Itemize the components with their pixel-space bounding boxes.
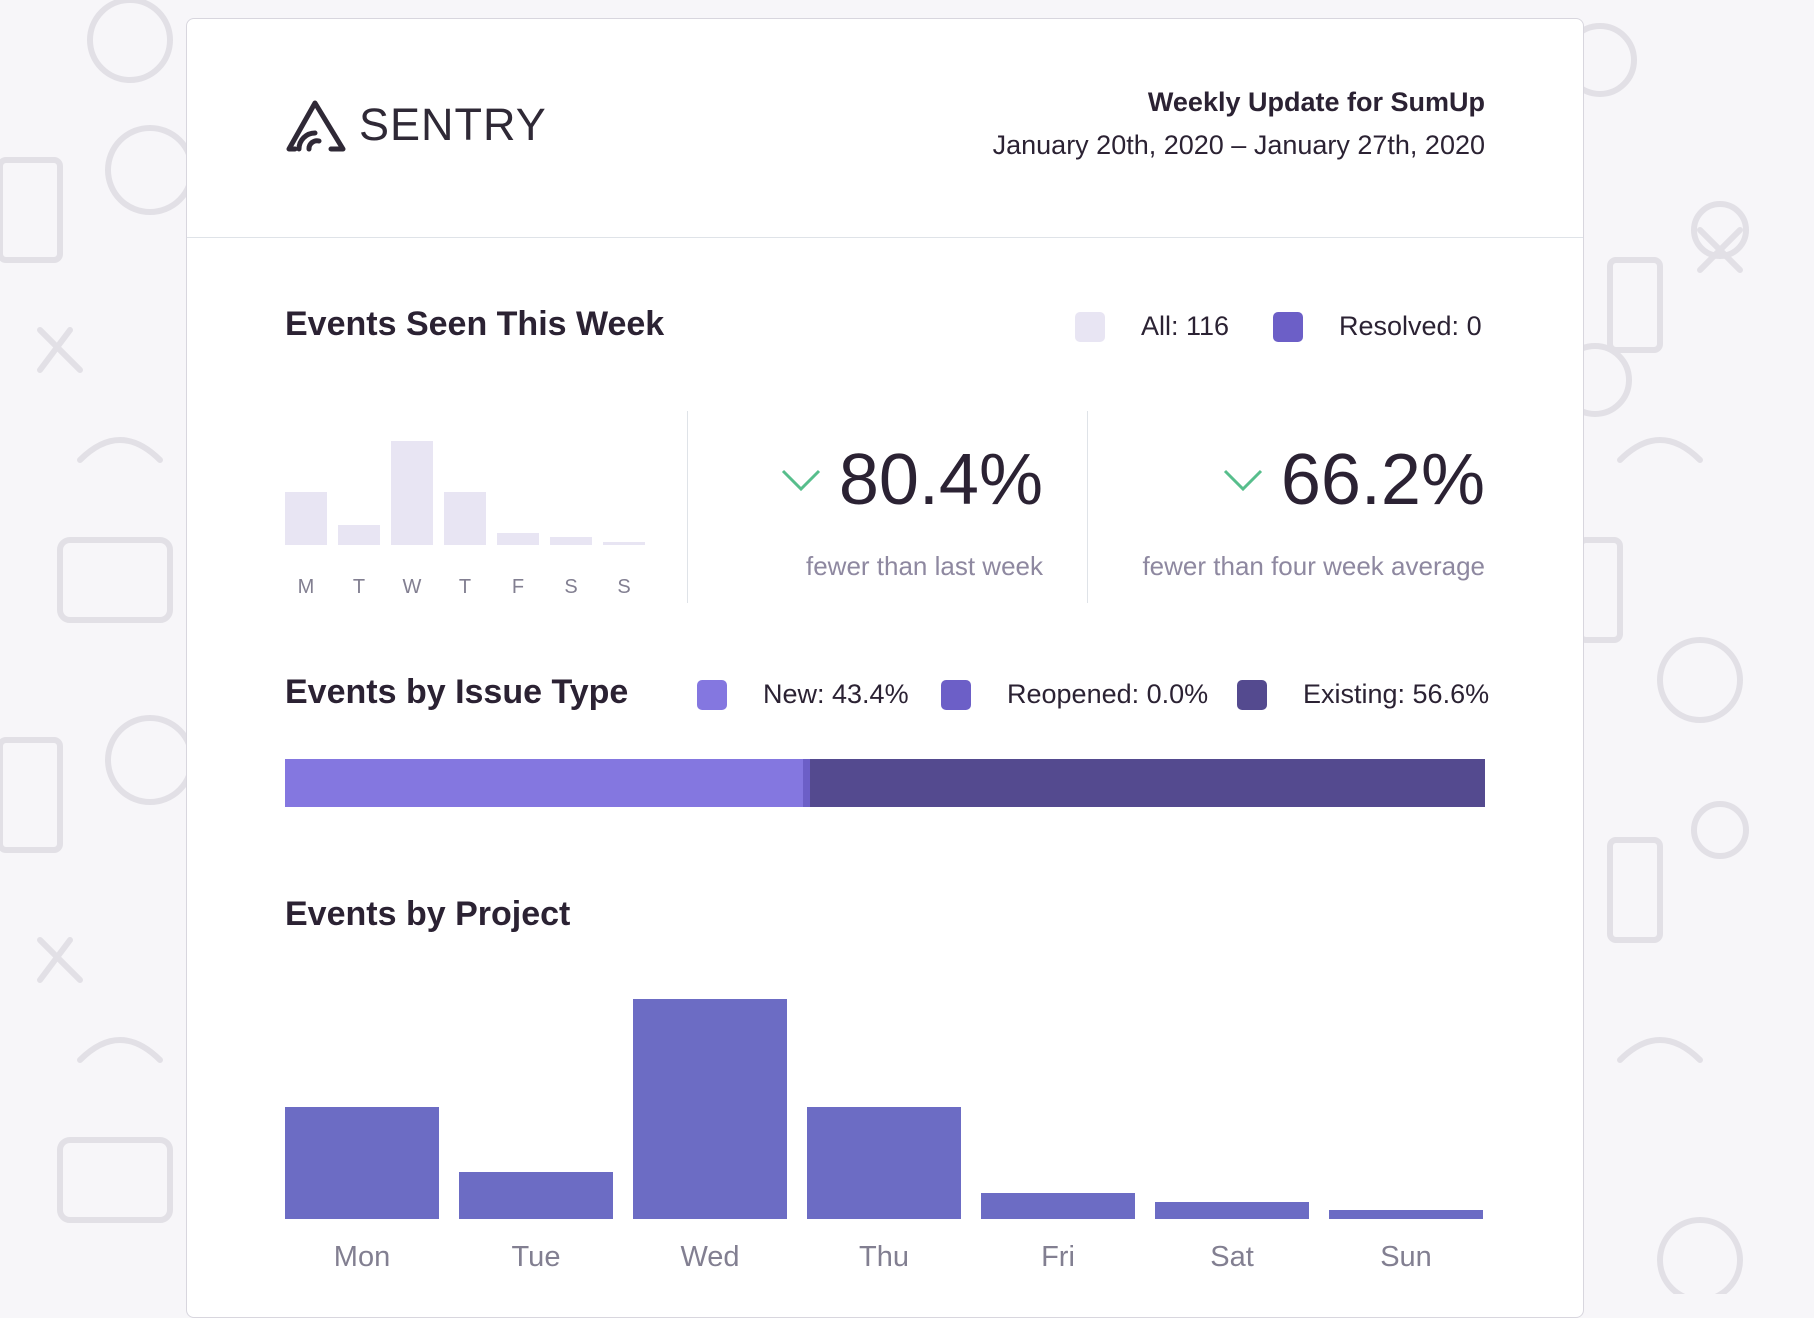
issue-bar-reopened: [802, 759, 810, 807]
report-title: Weekly Update for SumUp: [1147, 87, 1485, 117]
legend-new-label: New: 43.4%: [763, 679, 909, 709]
project-title: Events by Project: [285, 895, 571, 933]
project-bar-label: Fri: [1041, 1241, 1075, 1273]
mini-chart-day-label: S: [564, 576, 578, 598]
mini-chart-bar: [603, 542, 645, 545]
project-bar: [285, 1106, 439, 1219]
legend-all-label: All: 116: [1141, 311, 1230, 341]
legend-new-swatch: [697, 679, 727, 710]
stat-four-week-value: 66.2%: [1280, 440, 1485, 520]
project-bar-label: Sat: [1210, 1241, 1254, 1273]
weekly-report-card: SENTRY Weekly Update for SumUp January 2…: [186, 18, 1584, 1318]
legend-existing: Existing: 56.6%: [1237, 679, 1489, 710]
mini-chart-day-label: T: [352, 576, 366, 598]
mini-chart-day-label: T: [458, 576, 472, 598]
issue-type-bar: [285, 759, 1485, 807]
divider: [687, 411, 688, 603]
report-header: SENTRY Weekly Update for SumUp January 2…: [187, 19, 1583, 238]
mini-chart-day-label: S: [617, 576, 631, 598]
report-date-range: January 20th, 2020 – January 27th, 2020: [992, 130, 1485, 160]
sentry-logo[interactable]: SENTRY: [285, 97, 547, 153]
project-bar-label: Sun: [1380, 1241, 1432, 1273]
mini-chart-bar: [444, 491, 486, 545]
events-week-title: Events Seen This Week: [285, 305, 665, 343]
sentry-logo-icon: [286, 100, 346, 152]
project-bar: [459, 1171, 613, 1219]
issue-bar-existing: [809, 759, 1485, 807]
mini-chart-day-label: M: [297, 576, 315, 598]
stat-four-week: 66.2% fewer than four week average: [1142, 439, 1485, 582]
project-bar-label: Mon: [333, 1241, 391, 1273]
project-bar-label: Thu: [859, 1241, 909, 1273]
stat-last-week-caption: fewer than last week: [805, 551, 1043, 581]
project-bar: [633, 999, 787, 1219]
legend-all-swatch: [1075, 311, 1105, 342]
legend-reopened: Reopened: 0.0%: [941, 679, 1208, 710]
project-bar: [807, 1106, 961, 1219]
legend-all: All: 116: [1075, 311, 1229, 342]
mini-chart-day-label: F: [511, 576, 525, 598]
report-heading: Weekly Update for SumUp January 20th, 20…: [993, 87, 1485, 161]
down-arrow-icon: [1223, 469, 1262, 492]
legend-resolved: Resolved: 0: [1273, 311, 1482, 342]
stat-last-week: 80.4% fewer than last week: [781, 439, 1043, 582]
weekly-mini-chart: MTWTFSS: [285, 419, 650, 599]
project-bar-chart: Mon Tue Wed Thu Fri Sat Sun: [285, 979, 1485, 1289]
legend-new: New: 43.4%: [697, 679, 909, 710]
mini-chart-bar: [285, 491, 327, 545]
legend-resolved-label: Resolved: 0: [1339, 311, 1482, 341]
mini-chart-bar: [338, 524, 380, 545]
mini-chart-bar: [391, 441, 433, 545]
project-bar: [1329, 1210, 1483, 1219]
stat-last-week-value: 80.4%: [838, 440, 1043, 520]
mini-chart-bar: [497, 532, 539, 545]
mini-chart-bar: [550, 536, 592, 545]
project-bar-label: Tue: [511, 1241, 561, 1273]
legend-resolved-swatch: [1273, 311, 1303, 342]
logo-text: SENTRY: [359, 99, 547, 150]
legend-existing-label: Existing: 56.6%: [1303, 679, 1490, 709]
legend-reopened-swatch: [941, 679, 971, 710]
project-bar-label: Wed: [680, 1241, 740, 1273]
stat-four-week-caption: fewer than four week average: [1142, 551, 1485, 581]
down-arrow-icon: [781, 469, 820, 492]
mini-chart-day-label: W: [402, 576, 422, 598]
divider: [1087, 411, 1088, 603]
legend-reopened-label: Reopened: 0.0%: [1007, 679, 1209, 709]
issue-type-title: Events by Issue Type: [285, 673, 629, 711]
issue-bar-new: [285, 759, 803, 807]
project-bar: [1155, 1201, 1309, 1219]
legend-existing-swatch: [1237, 679, 1267, 710]
project-bar: [981, 1193, 1135, 1219]
